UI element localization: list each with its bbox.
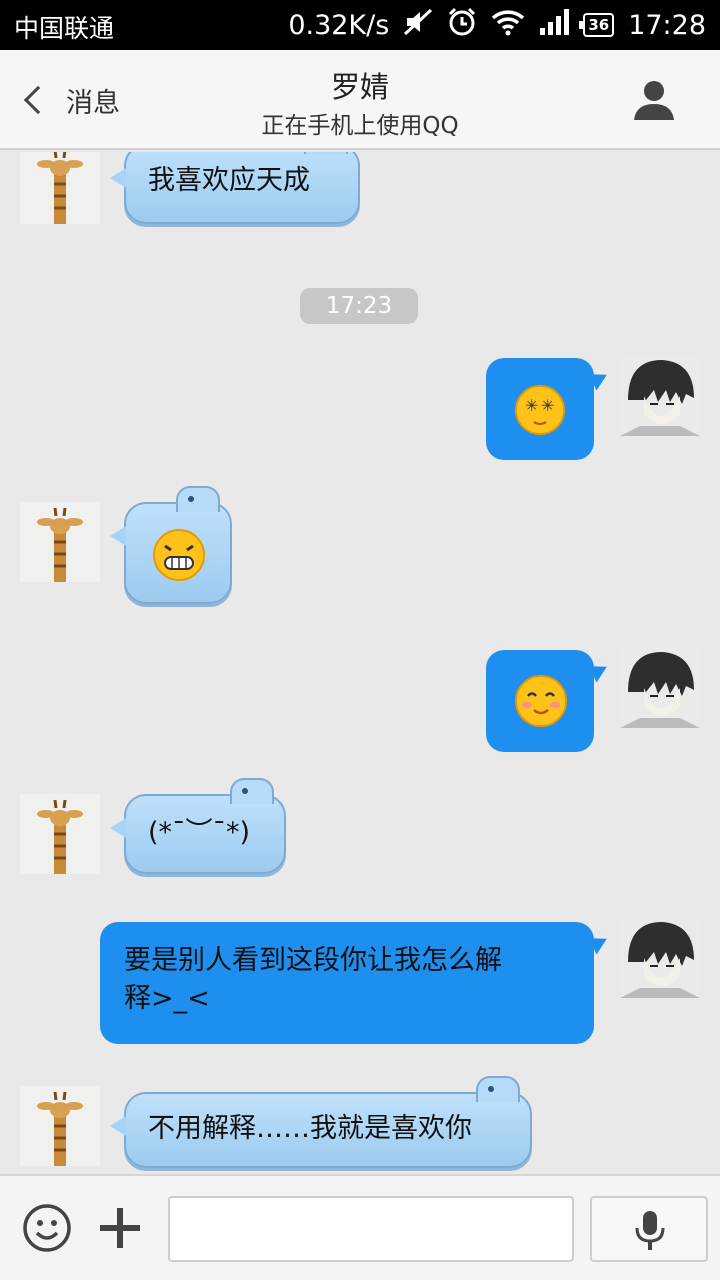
contact-status: 正在手机上使用QQ <box>261 113 459 139</box>
dizzy-face-emoji: ✳ ✳ <box>515 385 565 435</box>
alarm-icon <box>447 7 477 44</box>
svg-text:✳: ✳ <box>541 396 554 415</box>
net-speed: 0.32K/s <box>288 9 390 41</box>
outgoing-message[interactable]: 要是别人看到这段你让我怎么解 释>_< <box>100 922 612 1044</box>
my-avatar[interactable] <box>620 356 700 436</box>
contact-avatar[interactable] <box>20 1086 100 1166</box>
message-text: 我喜欢应天成 <box>148 165 310 196</box>
message-list[interactable]: 我喜欢应天成 17:23 ✳ ✳ (*ˉ︶ˉ*) 要是别人看到这段你让我怎么解 释… <box>0 152 720 1174</box>
incoming-message[interactable]: 不用解释……我就是喜欢你 <box>110 1076 532 1168</box>
contact-avatar[interactable] <box>20 502 100 582</box>
hippo-decoration <box>304 152 348 154</box>
profile-button[interactable] <box>632 78 676 122</box>
microphone-icon <box>635 1211 665 1250</box>
message-text: (*ˉ︶ˉ*) <box>148 817 251 848</box>
more-button[interactable] <box>98 1206 142 1250</box>
timestamp-chip: 17:23 <box>300 288 418 324</box>
grin-face-emoji <box>153 529 205 581</box>
my-avatar[interactable] <box>620 648 700 728</box>
battery-icon: 36 <box>579 13 615 37</box>
clock: 17:28 <box>628 9 706 41</box>
voice-button[interactable] <box>590 1196 708 1262</box>
carrier-name: 中国联通 <box>14 14 115 43</box>
chat-header: 消息 罗婧 正在手机上使用QQ <box>0 50 720 150</box>
outgoing-message[interactable]: ✳ ✳ <box>486 358 612 460</box>
emoji-button[interactable] <box>22 1203 72 1253</box>
signal-icon <box>539 8 570 43</box>
plus-icon <box>100 1208 140 1248</box>
message-text: 要是别人看到这段你让我怎么解 释>_< <box>124 945 502 1014</box>
contact-avatar[interactable] <box>20 794 100 874</box>
incoming-message[interactable]: (*ˉ︶ˉ*) <box>110 778 286 874</box>
incoming-message[interactable]: 我喜欢应天成 <box>110 152 360 224</box>
outgoing-message[interactable] <box>486 650 612 752</box>
shy-smile-emoji <box>515 675 567 727</box>
message-text: 不用解释……我就是喜欢你 <box>148 1113 472 1144</box>
my-avatar[interactable] <box>620 918 700 998</box>
svg-text:✳: ✳ <box>525 396 538 415</box>
hippo-decoration <box>176 486 220 512</box>
hippo-decoration <box>476 1076 520 1102</box>
person-icon <box>634 81 674 120</box>
contact-avatar[interactable] <box>20 152 100 224</box>
message-input[interactable] <box>168 1196 574 1262</box>
hippo-decoration <box>230 778 274 804</box>
smiley-icon <box>23 1204 71 1252</box>
status-bar: 中国联通 0.32K/s 36 17:28 <box>0 0 720 50</box>
wifi-icon <box>491 8 525 43</box>
input-bar <box>0 1174 720 1280</box>
incoming-message[interactable] <box>110 486 232 604</box>
contact-name: 罗婧 <box>330 70 389 104</box>
mute-icon <box>403 8 433 43</box>
